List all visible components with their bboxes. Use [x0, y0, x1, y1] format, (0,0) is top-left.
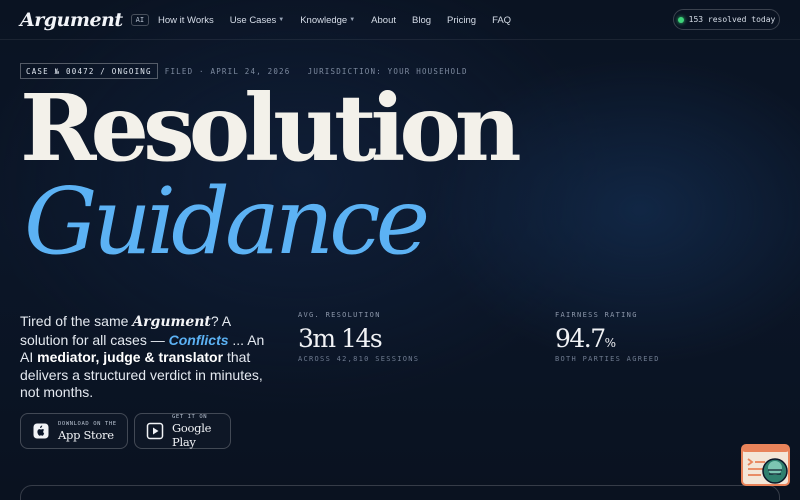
app-store-small: DOWNLOAD ON THE: [58, 420, 117, 427]
stat-fairness-value: 94.7%: [555, 324, 617, 353]
nav-link-faq[interactable]: FAQ: [492, 15, 511, 26]
app-store-big: App Store: [58, 427, 114, 442]
stat-avg-resolution-sub: ACROSS 42,810 SESSIONS: [298, 355, 420, 363]
apple-icon: [32, 422, 50, 440]
nav-link-knowledge[interactable]: Knowledge ▼: [300, 15, 355, 26]
chat-widget-icon: [741, 444, 790, 486]
brand-logo[interactable]: Argument AI: [20, 8, 150, 32]
play-icon: [146, 422, 164, 440]
nav-link-how-it-works[interactable]: How it Works: [158, 15, 214, 26]
resolved-today-pill: 153 resolved today: [673, 9, 780, 30]
stat-avg-resolution-value: 3m 14s: [298, 324, 383, 353]
hero-title-line2: Guidance: [24, 168, 430, 275]
top-nav: Argument AI How it Works Use Cases ▼ Know…: [0, 0, 800, 40]
brand-name: Argument: [20, 9, 123, 31]
desc-bold: mediator, judge & translator: [37, 349, 224, 365]
hero-description: Tired of the same Argument? A solution f…: [20, 313, 265, 400]
hero-title-line1: Resolution: [20, 74, 522, 182]
google-play-button[interactable]: GET IT ON Google Play: [134, 413, 231, 449]
floating-chat-widget[interactable]: [741, 444, 790, 488]
stat-fairness-label: FAIRNESS RATING: [555, 311, 638, 319]
nav-link-about[interactable]: About: [371, 15, 396, 26]
desc-conflicts: Conflicts: [168, 331, 229, 348]
nav-links: How it Works Use Cases ▼ Knowledge ▼ About…: [158, 0, 511, 40]
nav-link-use-cases[interactable]: Use Cases ▼: [230, 15, 284, 26]
resolved-today-text: 153 resolved today: [688, 15, 776, 24]
app-store-button[interactable]: DOWNLOAD ON THE App Store: [20, 413, 128, 449]
brand-badge: AI: [130, 14, 150, 26]
status-dot-icon: [677, 16, 684, 23]
nav-link-pricing[interactable]: Pricing: [447, 15, 476, 26]
google-play-big: Google Play: [172, 420, 212, 449]
chevron-down-icon: ▼: [278, 17, 285, 23]
chevron-down-icon: ▼: [349, 17, 356, 23]
bottom-panel: [20, 485, 780, 500]
stat-avg-resolution-label: AVG. RESOLUTION: [298, 311, 381, 319]
google-play-small: GET IT ON: [172, 413, 208, 420]
stat-fairness-sub: BOTH PARTIES AGREED: [555, 355, 660, 363]
nav-link-blog[interactable]: Blog: [412, 15, 431, 26]
desc-brand: Argument: [132, 314, 211, 330]
